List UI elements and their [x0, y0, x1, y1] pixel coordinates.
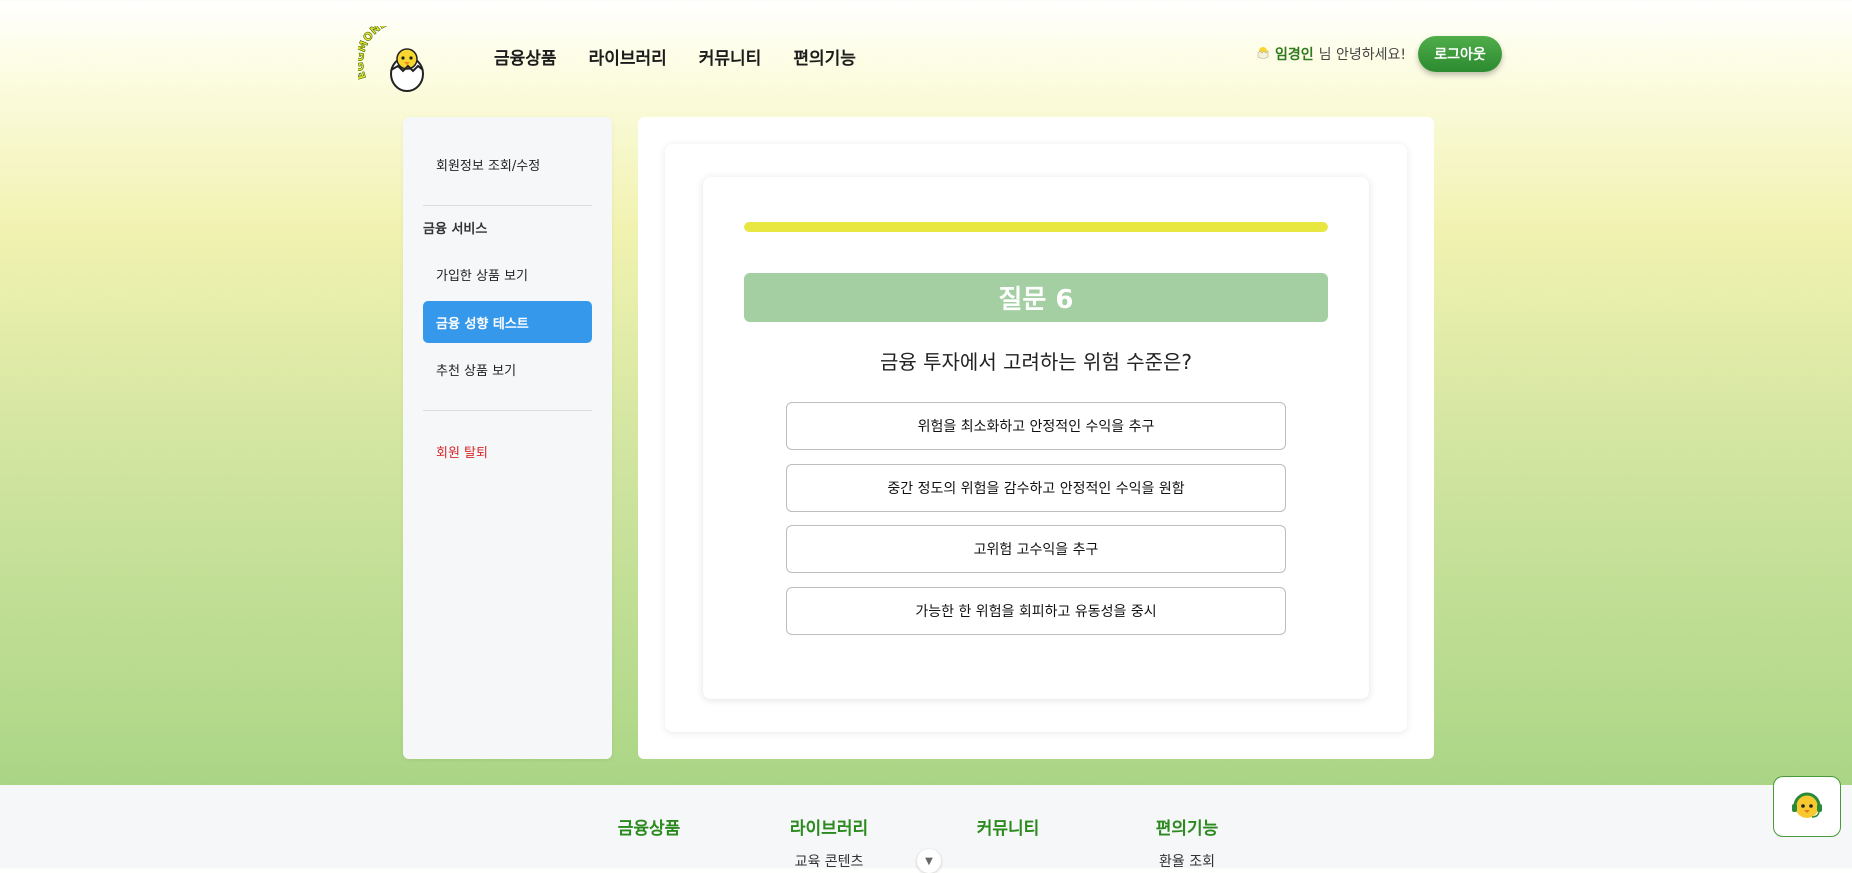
nav-library[interactable]: 라이브러리 [589, 44, 667, 69]
progress-fill [744, 222, 1328, 232]
footer-title-library[interactable]: 라이브러리 [790, 814, 868, 839]
answer-option-4[interactable]: 가능한 한 위험을 회피하고 유동성을 중시 [786, 587, 1286, 635]
greeting-text: 님 안녕하세요! [1318, 47, 1406, 63]
question-title: 질문 6 [744, 273, 1328, 322]
logout-button[interactable]: 로그아웃 [1418, 36, 1502, 72]
eggmoneyna-logo[interactable]: EGGMONEYNA [353, 12, 448, 92]
sidebar: 회원정보 조회/수정 금융 서비스 가입한 상품 보기 금융 성향 테스트 추천… [403, 117, 612, 759]
sidebar-item-withdraw[interactable]: 회원 탈퇴 [423, 430, 592, 472]
chevron-down-icon[interactable]: ▼ [917, 849, 941, 873]
footer-title-community[interactable]: 커뮤니티 [977, 814, 1040, 839]
footer-link-exchange-rate[interactable]: 환율 조회 [1159, 851, 1215, 871]
question-text: 금융 투자에서 고려하는 위험 수준은? [879, 350, 1193, 374]
footer-title-financial-products[interactable]: 금융상품 [618, 814, 681, 839]
progress-bar [744, 222, 1328, 232]
sidebar-section-heading: 금융 서비스 [423, 222, 488, 237]
sidebar-item-subscribed-products[interactable]: 가입한 상품 보기 [423, 253, 592, 295]
sidebar-divider [423, 205, 592, 206]
sidebar-item-recommended-products[interactable]: 추천 상품 보기 [423, 348, 592, 390]
footer-link-education[interactable]: 교육 콘텐츠 [795, 851, 864, 871]
answer-option-3[interactable]: 고위험 고수익을 추구 [786, 525, 1286, 573]
sidebar-divider [423, 410, 592, 411]
sidebar-item-profile[interactable]: 회원정보 조회/수정 [423, 143, 592, 185]
main-nav: 금융상품 라이브러리 커뮤니티 편의기능 [494, 44, 856, 69]
footer-title-convenience[interactable]: 편의기능 [1156, 814, 1219, 839]
nav-convenience[interactable]: 편의기능 [793, 44, 856, 69]
chick-egg-icon [1256, 45, 1270, 63]
nav-financial-products[interactable]: 금융상품 [494, 44, 557, 69]
chatbot-button[interactable] [1773, 776, 1841, 837]
sidebar-item-financial-test[interactable]: 금융 성향 테스트 [423, 301, 592, 343]
user-name: 임경인 [1275, 47, 1314, 63]
headset-chick-icon [1788, 786, 1826, 828]
answer-option-2[interactable]: 중간 정도의 위험을 감수하고 안정적인 수익을 원함 [786, 464, 1286, 512]
user-greeting: 임경인 님 안녕하세요! [1256, 44, 1406, 64]
nav-community[interactable]: 커뮤니티 [699, 44, 762, 69]
answer-option-1[interactable]: 위험을 최소화하고 안정적인 수익을 추구 [786, 402, 1286, 450]
